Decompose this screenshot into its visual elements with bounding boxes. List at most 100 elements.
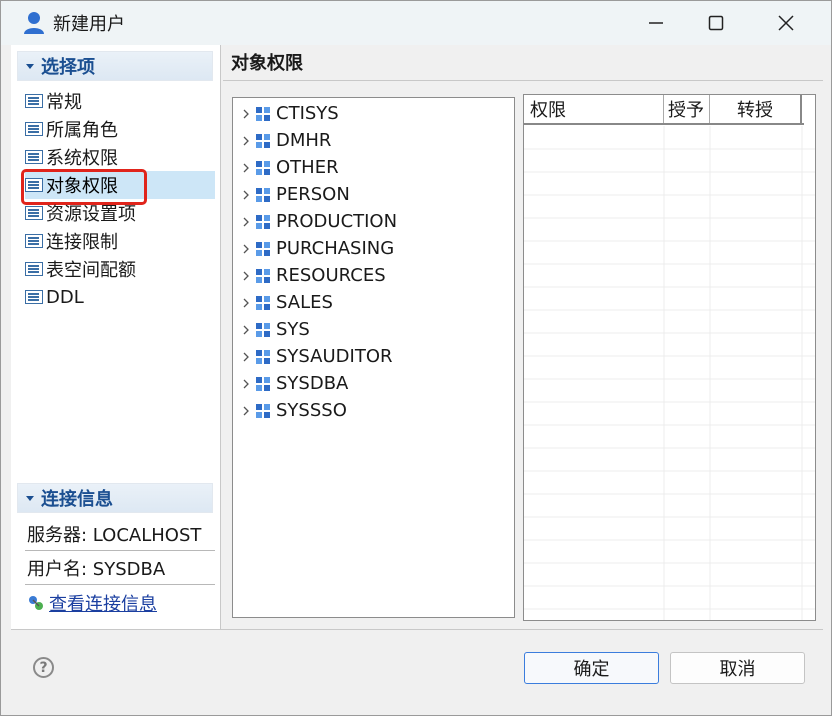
- tree-node[interactable]: CTISYS: [233, 100, 339, 127]
- page-icon: [25, 178, 43, 192]
- tree-node[interactable]: SYS: [233, 316, 310, 343]
- nav-item-label: 所属角色: [46, 120, 118, 141]
- column-header-regrant[interactable]: 转授: [710, 95, 802, 123]
- schema-icon: [256, 376, 270, 391]
- tree-node[interactable]: PRODUCTION: [233, 208, 397, 235]
- new-user-dialog: 新建用户 选择项 常规 所属角色 系统权限 对象权限 资源设置项 连接限制 表空…: [0, 0, 832, 716]
- tree-node-label: SYSDBA: [276, 373, 349, 394]
- schema-icon: [256, 133, 270, 148]
- server-info: 服务器: LOCALHOST: [25, 517, 215, 551]
- nav-item-label: 系统权限: [46, 148, 118, 169]
- section-header-connection[interactable]: 连接信息: [17, 483, 213, 513]
- schema-icon: [256, 295, 270, 310]
- section-title: 选择项: [41, 57, 95, 78]
- minimize-button[interactable]: [627, 1, 685, 45]
- nav-item-label: 常规: [46, 92, 82, 113]
- nav-item-tablespace-quota[interactable]: 表空间配额: [25, 255, 215, 283]
- chevron-right-icon: [243, 109, 249, 118]
- tree-node-label: CTISYS: [276, 103, 339, 124]
- chevron-right-icon: [243, 271, 249, 280]
- nav-item-roles[interactable]: 所属角色: [25, 115, 215, 143]
- column-header-privilege[interactable]: 权限: [524, 95, 664, 123]
- tree-node-label: PURCHASING: [276, 238, 395, 259]
- chevron-right-icon: [243, 379, 249, 388]
- cancel-button[interactable]: 取消: [670, 652, 805, 684]
- nav-list: 常规 所属角色 系统权限 对象权限 资源设置项 连接限制 表空间配额 DDL: [21, 87, 215, 311]
- page-icon: [25, 262, 43, 276]
- tree-node[interactable]: PERSON: [233, 181, 350, 208]
- tree-node[interactable]: SYSSSO: [233, 397, 347, 424]
- page-icon: [25, 206, 43, 220]
- close-button[interactable]: [757, 1, 815, 45]
- username-info: 用户名: SYSDBA: [25, 551, 215, 585]
- chevron-right-icon: [243, 298, 249, 307]
- tree-node-label: PERSON: [276, 184, 350, 205]
- schema-icon: [256, 187, 270, 202]
- schema-icon: [256, 403, 270, 418]
- view-connection-info-row: 查看连接信息: [25, 585, 215, 621]
- schema-icon: [256, 322, 270, 337]
- page-icon: [25, 122, 43, 136]
- schema-icon: [256, 214, 270, 229]
- tree-node-label: RESOURCES: [276, 265, 386, 286]
- nav-item-general[interactable]: 常规: [25, 87, 215, 115]
- tree-node[interactable]: RESOURCES: [233, 262, 386, 289]
- page-icon: [25, 150, 43, 164]
- chevron-right-icon: [243, 190, 249, 199]
- tree-node[interactable]: PURCHASING: [233, 235, 394, 262]
- help-icon[interactable]: ?: [33, 657, 54, 678]
- tree-node-label: DMHR: [276, 130, 332, 151]
- nav-item-label: 表空间配额: [46, 260, 136, 281]
- section-header-options[interactable]: 选择项: [17, 51, 213, 81]
- maximize-button[interactable]: [687, 1, 745, 45]
- tree-node-label: SYSAUDITOR: [276, 346, 393, 367]
- user-icon: [24, 12, 44, 34]
- connection-icon: [29, 596, 43, 610]
- tree-node[interactable]: SALES: [233, 289, 333, 316]
- chevron-right-icon: [243, 163, 249, 172]
- view-connection-info-link[interactable]: 查看连接信息: [49, 590, 157, 616]
- table-grid: [524, 126, 815, 620]
- nav-item-object-privileges[interactable]: 对象权限: [21, 169, 215, 205]
- collapse-arrow-icon: [26, 63, 34, 69]
- chevron-right-icon: [243, 244, 249, 253]
- left-panel: 选择项 常规 所属角色 系统权限 对象权限 资源设置项 连接限制 表空间配额 D…: [11, 45, 221, 630]
- chevron-right-icon: [243, 325, 249, 334]
- nav-item-label: DDL: [46, 286, 84, 308]
- schema-icon: [256, 160, 270, 175]
- nav-item-resource-settings[interactable]: 资源设置项: [25, 199, 215, 227]
- tree-node-label: SALES: [276, 292, 333, 313]
- nav-item-system-privileges[interactable]: 系统权限: [25, 143, 215, 171]
- section-title: 连接信息: [41, 489, 113, 510]
- chevron-right-icon: [243, 406, 249, 415]
- page-icon: [25, 290, 43, 304]
- chevron-right-icon: [243, 352, 249, 361]
- title-bar: 新建用户: [1, 1, 831, 45]
- collapse-arrow-icon: [26, 495, 34, 501]
- nav-item-label: 连接限制: [46, 232, 118, 253]
- window-title: 新建用户: [53, 14, 125, 35]
- schema-tree: CTISYS DMHR OTHER PERSON PRODUCTION PURC…: [232, 97, 515, 618]
- tree-node[interactable]: SYSAUDITOR: [233, 343, 393, 370]
- nav-item-connection-limits[interactable]: 连接限制: [25, 227, 215, 255]
- tree-node[interactable]: OTHER: [233, 154, 339, 181]
- close-icon: [778, 15, 794, 31]
- table-header: 权限 授予 转授: [524, 95, 804, 125]
- tree-node[interactable]: DMHR: [233, 127, 331, 154]
- ok-button[interactable]: 确定: [524, 652, 659, 684]
- maximize-icon: [708, 15, 724, 31]
- page-title: 对象权限: [231, 53, 303, 74]
- chevron-right-icon: [243, 136, 249, 145]
- page-icon: [25, 234, 43, 248]
- nav-item-label: 对象权限: [46, 176, 118, 197]
- minimize-icon: [649, 22, 663, 24]
- nav-item-ddl[interactable]: DDL: [25, 283, 215, 311]
- nav-item-label: 资源设置项: [46, 204, 136, 225]
- tree-node[interactable]: SYSDBA: [233, 370, 348, 397]
- tree-node-label: OTHER: [276, 157, 339, 178]
- tree-node-label: PRODUCTION: [276, 211, 398, 232]
- connection-info: 服务器: LOCALHOST 用户名: SYSDBA 查看连接信息: [25, 517, 215, 621]
- tree-node-label: SYS: [276, 319, 310, 340]
- column-header-grant[interactable]: 授予: [664, 95, 710, 123]
- page-icon: [25, 94, 43, 108]
